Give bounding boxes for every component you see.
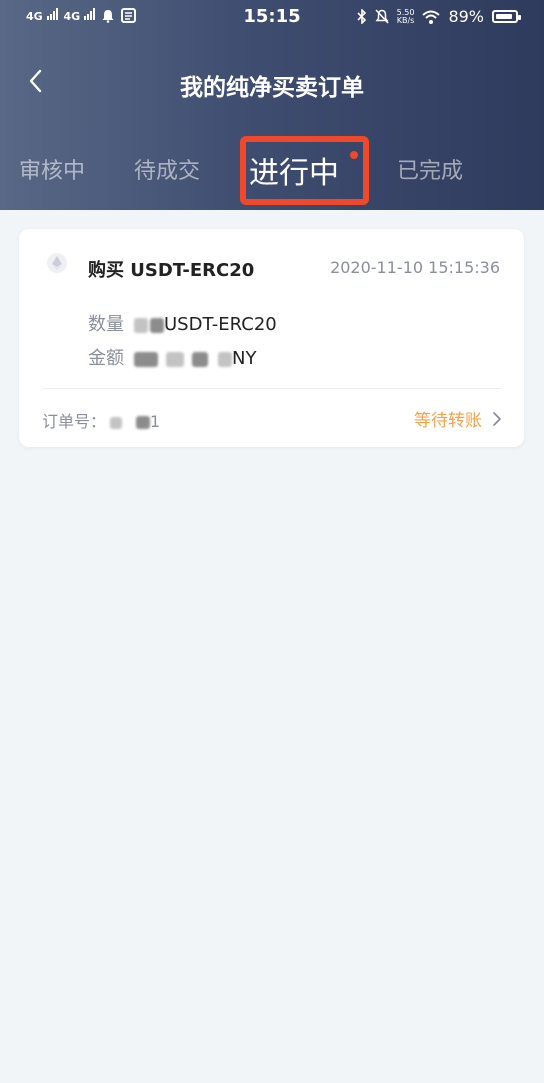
chevron-right-icon <box>493 411 501 426</box>
bluetooth-icon <box>357 9 366 24</box>
battery-icon <box>492 10 521 23</box>
tab-pending[interactable]: 待成交 <box>134 153 200 185</box>
nav-bar: 我的纯净买卖订单 <box>0 56 544 108</box>
usdt-coin-icon <box>47 253 67 273</box>
redacted-mark <box>134 351 158 367</box>
order-status: 等待转账 <box>414 411 482 431</box>
order-status-link[interactable]: 等待转账 <box>414 406 502 431</box>
redacted-mark <box>192 351 208 367</box>
amount-row: 金额 NY <box>88 344 256 370</box>
status-bar: 4G 4G 15:15 5.50 KB/s 89% <box>0 0 544 36</box>
divider <box>42 388 501 389</box>
amount-suffix: NY <box>232 348 257 369</box>
tab-in-progress[interactable]: 进行中 <box>249 148 339 192</box>
redacted-mark <box>110 416 123 429</box>
wifi-icon <box>422 10 441 24</box>
page-title: 我的纯净买卖订单 <box>180 75 364 101</box>
status-right: 5.50 KB/s 89% <box>357 7 521 26</box>
tab-reviewing[interactable]: 审核中 <box>19 153 85 185</box>
redacted-mark <box>134 317 148 333</box>
amount-label: 金额 <box>88 348 124 369</box>
redacted-mark <box>136 416 151 429</box>
order-number: 订单号： 1 <box>42 408 160 432</box>
header: 4G 4G 15:15 5.50 KB/s 89% 我的纯净买卖订单 审核中 待… <box>0 0 544 210</box>
redacted-mark <box>218 351 232 367</box>
quantity-label: 数量 <box>88 314 124 335</box>
mute-bell-icon <box>375 9 389 24</box>
battery-percent: 89% <box>448 7 484 26</box>
quantity-suffix: USDT-ERC20 <box>164 314 277 335</box>
order-number-suffix: 1 <box>150 412 161 431</box>
quantity-row: 数量 USDT-ERC20 <box>88 310 277 336</box>
order-card[interactable]: 购买 USDT-ERC20 2020-11-10 15:15:36 数量 USDT… <box>19 229 524 447</box>
tab-completed[interactable]: 已完成 <box>397 153 463 185</box>
order-number-label: 订单号： <box>42 412 107 431</box>
order-title: 购买 USDT-ERC20 <box>88 260 255 281</box>
unread-dot <box>350 151 358 159</box>
net-speed: 5.50 KB/s <box>396 7 415 25</box>
order-tabs: 审核中 待成交 进行中 已完成 <box>0 136 544 206</box>
redacted-mark <box>166 351 184 367</box>
order-datetime: 2020-11-10 15:15:36 <box>330 258 500 277</box>
redacted-mark <box>150 317 164 333</box>
